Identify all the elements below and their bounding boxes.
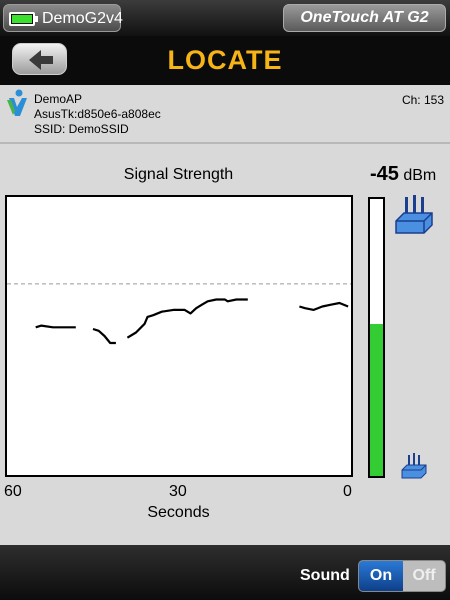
- signal-meter-fill: [370, 323, 383, 476]
- signal-chart-svg: [7, 283, 351, 345]
- signal-meter: [368, 197, 385, 478]
- x-tick-label: 60: [4, 483, 22, 500]
- ap-mac: AsusTk:d850e6-a808ec: [34, 107, 161, 121]
- x-axis-label: Seconds: [147, 504, 210, 521]
- page-header: LOCATE: [0, 36, 450, 85]
- device-name: DemoG2v4: [42, 10, 123, 27]
- device-pill[interactable]: DemoG2v4: [3, 4, 123, 32]
- ap-name: DemoAP: [34, 92, 83, 106]
- divider: [0, 142, 450, 144]
- status-bar: DemoG2v4 OneTouch AT G2: [0, 0, 450, 36]
- sound-on-option[interactable]: On: [359, 561, 403, 591]
- router-small-icon: [401, 453, 427, 479]
- battery-icon: [9, 12, 38, 26]
- signal-line-segment-2: [92, 327, 116, 345]
- sound-label: Sound: [300, 567, 350, 584]
- signal-line-segment-4: [299, 301, 349, 312]
- dbm-readout: -45 dBm: [370, 163, 436, 186]
- product-name-button[interactable]: OneTouch AT G2: [283, 4, 446, 32]
- signal-line-segment-1: [35, 324, 76, 329]
- chart-title: Signal Strength: [123, 166, 234, 183]
- channel-label: Ch: 153: [401, 93, 444, 107]
- x-tick-label: 30: [169, 483, 187, 500]
- dbm-value: -45: [370, 163, 399, 185]
- signal-chart: [5, 195, 353, 477]
- router-large-icon: [395, 195, 433, 234]
- sound-off-option[interactable]: Off: [403, 561, 445, 591]
- x-tick-label: 0: [343, 483, 352, 500]
- bottom-bar: Sound On Off: [0, 545, 450, 600]
- dbm-unit: dBm: [403, 167, 437, 184]
- page-title: LOCATE: [167, 45, 283, 75]
- ap-ssid: SSID: DemoSSID: [34, 122, 129, 136]
- sound-toggle[interactable]: On Off: [358, 560, 446, 592]
- ap-person-icon: [7, 89, 27, 116]
- signal-line-segment-3: [126, 298, 248, 339]
